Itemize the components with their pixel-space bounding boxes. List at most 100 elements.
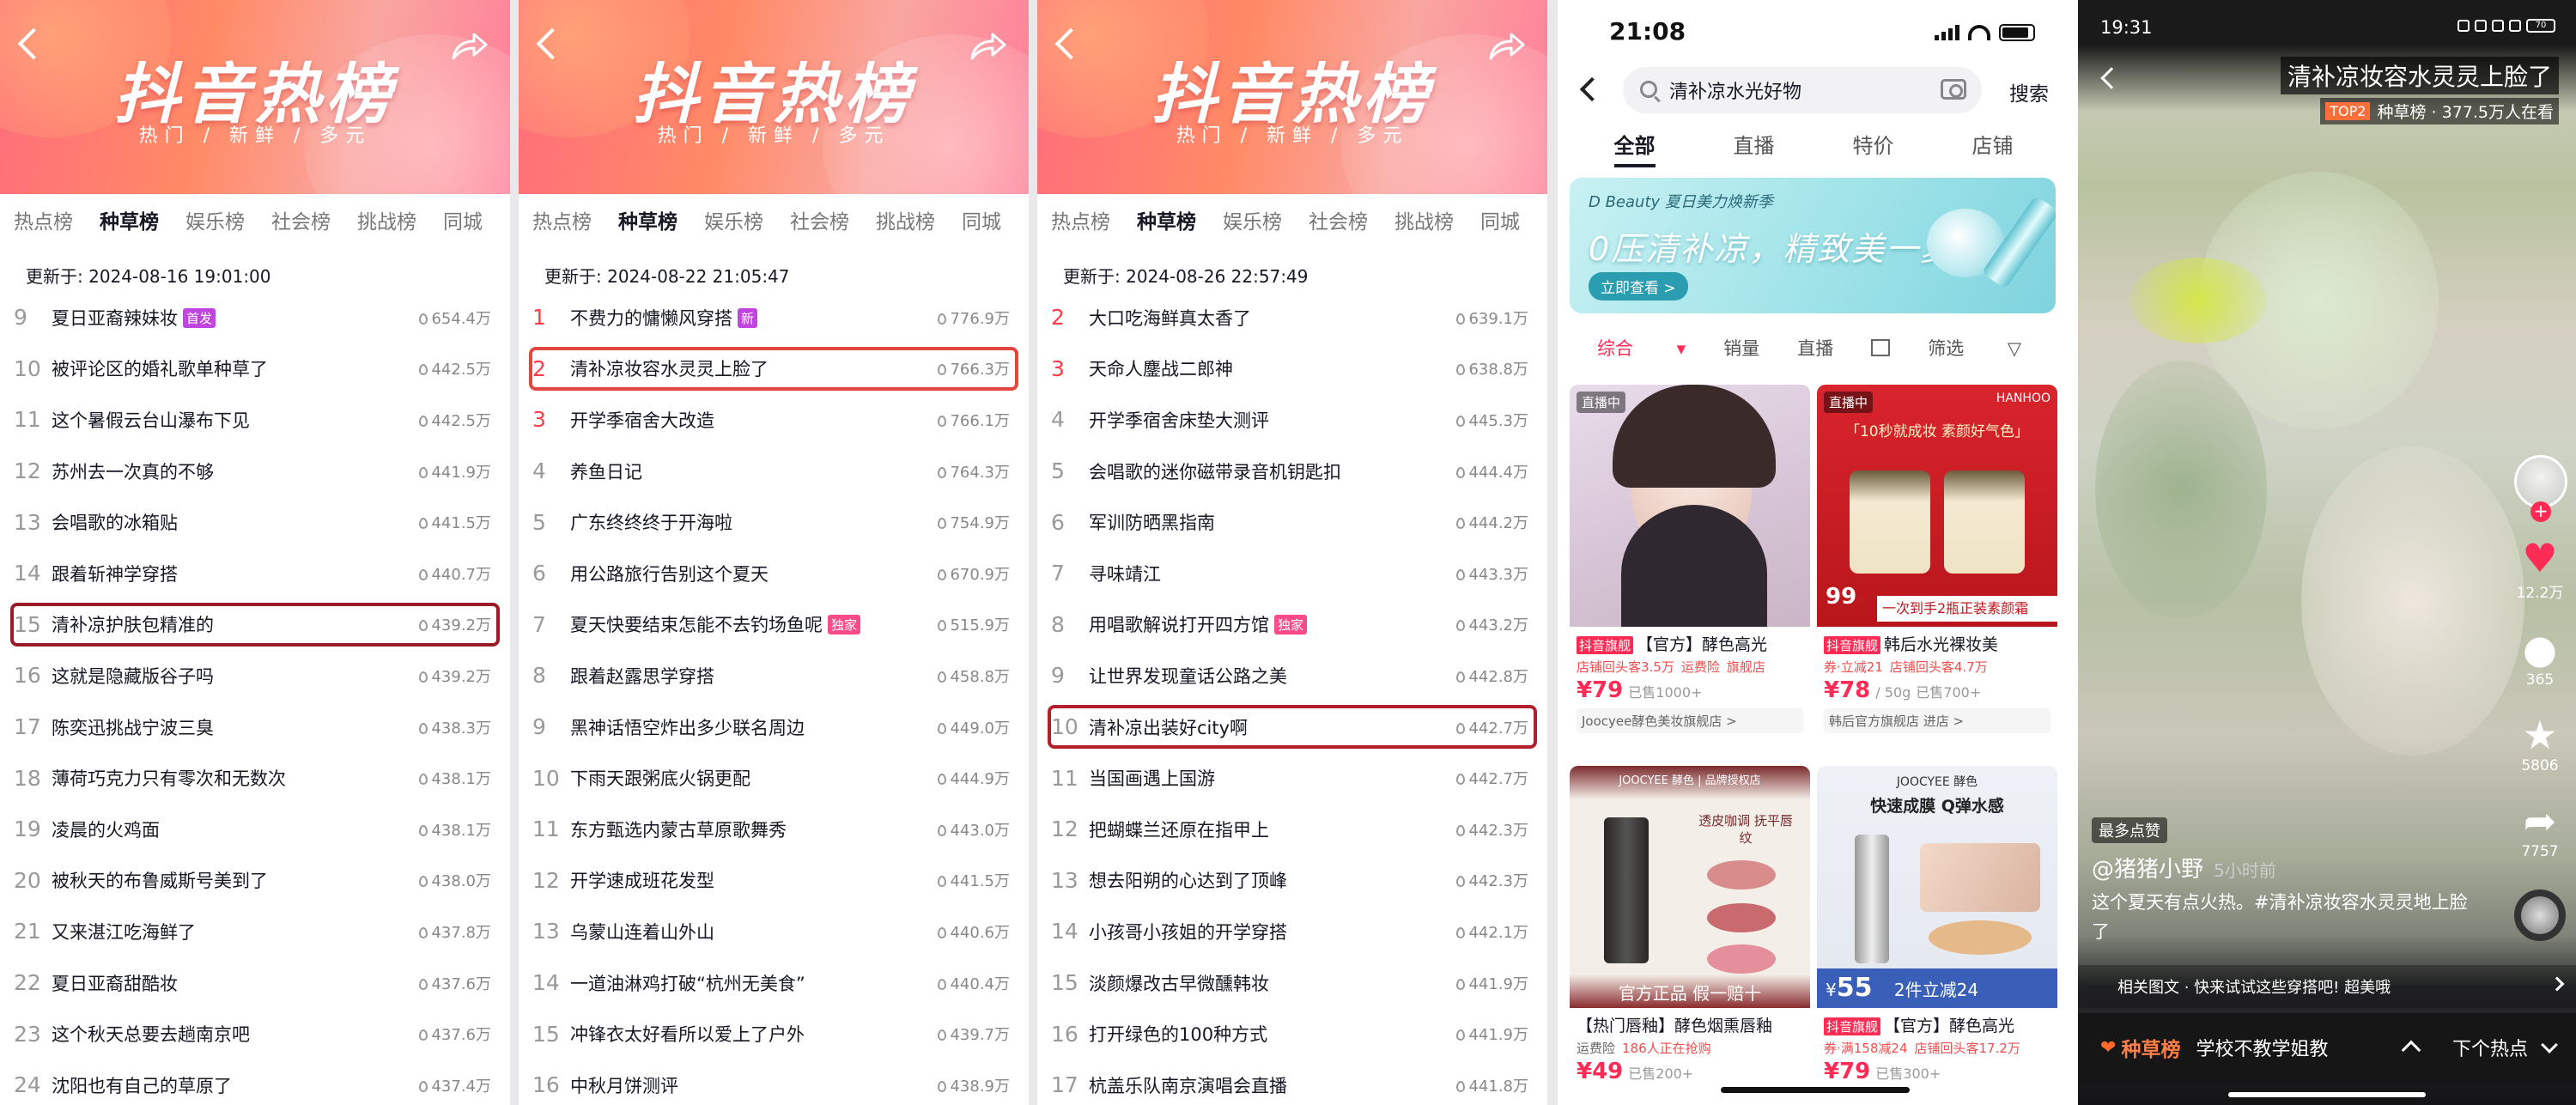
hot-list-row[interactable]: 16 中秋月饼测评 438.9万 [519,1059,1029,1105]
hot-list-row[interactable]: 16 这就是隐藏版谷子吗 439.2万 [0,650,510,701]
video-description[interactable]: 这个夏天有点火热。#清补凉妆容水灵灵地上脸了 [2092,888,2470,946]
hot-list-row[interactable]: 2 清补凉妆容水灵灵上脸了 766.3万 [519,343,1029,395]
hot-list-row[interactable]: 18 薄荷巧克力只有零次和无数次 438.1万 [0,752,510,804]
hot-list-row[interactable]: 3 开学季宿舍大改造 766.1万 [519,394,1029,446]
hot-list-row[interactable]: 17 陈奕迅挑战宁波三臭 438.3万 [0,701,510,753]
hot-list-row[interactable]: 15 淡颜爆改古早微醺韩妆 441.9万 [1037,957,1547,1009]
board-query[interactable]: 学校不教学姐教 [2196,1034,2404,1061]
filter-button[interactable]: 筛选 ▽ [1928,335,2021,361]
tab-5[interactable]: 同城 [429,205,495,234]
hot-list-row[interactable]: 7 寻味靖江 443.3万 [1037,548,1547,599]
chevron-up-icon[interactable] [2401,1040,2421,1060]
hot-list-row[interactable]: 7 夏天快要结束怎能不去钓场鱼呢 独家 515.9万 [519,599,1029,651]
tab-stores[interactable]: 店铺 [1972,129,2014,167]
hot-list-row[interactable]: 23 这个秋天总要去趟南京吧 437.6万 [0,1008,510,1059]
tab-4[interactable]: 挑战榜 [862,205,948,234]
like-button[interactable]: ♥ 12.2万 [2516,536,2564,602]
tab-2[interactable]: 娱乐榜 [1209,205,1295,234]
product-card[interactable]: JOOCYEE 酵色 快速成膜 Q弹水感 ¥55 2件立减24 抖音旗舰 【官方】… [1817,766,2057,1084]
tab-2[interactable]: 娱乐榜 [172,205,258,234]
tab-all[interactable]: 全部 [1613,129,1656,167]
tab-deals[interactable]: 特价 [1853,129,1894,167]
hot-list-row[interactable]: 21 又来湛江吃海鲜了 437.8万 [0,906,510,957]
hot-list-row[interactable]: 12 把蝴蝶兰还原在指甲上 442.3万 [1037,804,1547,855]
product-card[interactable]: 直播中 抖音旗舰 【官方】酵色高光 店铺回头客3.5万 运费险 旗舰店 ¥79 已售10… [1570,385,1810,733]
hot-list-row[interactable]: 10 被评论区的婚礼歌单种草了 442.5万 [0,343,510,395]
shop-link[interactable]: 韩后官方旗舰店 进店 > [1824,708,2050,733]
video-hot-title[interactable]: 清补凉妆容水灵灵上脸了 [2280,57,2559,94]
author-name[interactable]: @猪猪小野 [2092,857,2203,883]
share-button[interactable]: ➦ 7757 [2516,798,2564,860]
hot-list-row[interactable]: 9 夏日亚裔辣妹妆 首发 654.4万 [0,292,510,343]
hot-list-row[interactable]: 9 黑神话悟空炸出多少联名周边 449.0万 [519,701,1029,753]
hot-list-row[interactable]: 15 冲锋衣太好看所以爱上了户外 439.7万 [519,1008,1029,1059]
hot-list-row[interactable]: 8 用唱歌解说打开四方馆 独家 443.2万 [1037,599,1547,651]
hot-list-row[interactable]: 9 让世界发现童话公路之美 442.8万 [1037,650,1547,701]
hot-list-row[interactable]: 4 开学季宿舍床垫大测评 445.3万 [1037,394,1547,446]
favorite-button[interactable]: ★ 5806 [2516,713,2564,774]
follow-plus-icon[interactable]: + [2530,501,2551,522]
tab-5[interactable]: 同城 [948,205,1014,234]
hot-list-row[interactable]: 14 小孩哥小孩姐的开学穿搭 442.1万 [1037,906,1547,957]
back-icon[interactable] [1579,76,1605,102]
tab-1[interactable]: 种草榜 [1123,205,1209,234]
camera-icon[interactable] [1941,79,1966,100]
hot-list-row[interactable]: 10 下雨天跟粥底火锅更配 444.9万 [519,752,1029,804]
tab-3[interactable]: 社会榜 [258,205,343,234]
hot-list-row[interactable]: 24 沈阳也有自己的草原了 437.4万 [0,1059,510,1105]
next-hot-button[interactable]: 下个热点 [2452,1034,2528,1061]
hot-list-row[interactable]: 3 天命人鏖战二郎神 638.8万 [1037,343,1547,395]
hot-list-row[interactable]: 20 被秋天的布鲁威斯号美到了 438.0万 [0,855,510,907]
back-icon[interactable] [2100,67,2123,89]
shop-link[interactable]: Joocyee酵色美妆旗舰店 > [1577,708,1803,733]
board-name[interactable]: 种草榜 [2121,1033,2180,1062]
promo-banner[interactable]: D Beauty 夏日美力焕新季 0压清补凉，精致美一夏 立即查看 > [1570,178,2056,313]
tab-3[interactable]: 社会榜 [1295,205,1381,234]
product-card[interactable]: JOOCYEE 酵色 | 品牌授权店 透皮咖调 抚平唇纹 官方正品 假一赔十 【… [1570,766,1810,1084]
filter-sales[interactable]: 销量 [1723,335,1759,361]
hot-list-row[interactable]: 12 开学速成班花发型 441.5万 [519,855,1029,907]
tab-3[interactable]: 社会榜 [776,205,862,234]
hot-list-row[interactable]: 5 广东终终终于开海啦 754.9万 [519,496,1029,548]
hot-list-row[interactable]: 14 跟着斩神学穿搭 440.7万 [0,548,510,599]
music-disc-icon[interactable] [2514,889,2566,941]
hot-list-row[interactable]: 12 苏州去一次真的不够 441.9万 [0,446,510,497]
hot-list-row[interactable]: 6 用公路旅行告别这个夏天 670.9万 [519,548,1029,599]
search-button[interactable]: 搜索 [2009,77,2049,106]
hot-list-row[interactable]: 15 清补凉护肤包精准的 439.2万 [0,599,510,651]
hot-list-row[interactable]: 6 军训防晒黑指南 444.2万 [1037,496,1547,548]
tab-1[interactable]: 种草榜 [605,205,690,234]
hot-list-row[interactable]: 13 想去阳朔的心达到了顶峰 442.3万 [1037,855,1547,907]
tab-0[interactable]: 热点榜 [1037,205,1123,234]
tab-5[interactable]: 同城 [1467,205,1533,234]
hot-list-row[interactable]: 11 这个暑假云台山瀑布下见 442.5万 [0,394,510,446]
filter-live[interactable]: 直播 [1797,335,1833,361]
tab-live[interactable]: 直播 [1734,129,1775,167]
hot-list-row[interactable]: 11 东方甄选内蒙古草原歌舞秀 443.0万 [519,804,1029,855]
tab-4[interactable]: 挑战榜 [343,205,429,234]
comment-button[interactable]: ● 365 [2516,627,2564,689]
hot-list-row[interactable]: 22 夏日亚裔甜酷妆 437.6万 [0,957,510,1009]
hot-list-row[interactable]: 8 跟着赵露思学穿搭 458.8万 [519,650,1029,701]
tab-0[interactable]: 热点榜 [519,205,605,234]
hot-board-bar[interactable]: ❤ 种草榜 学校不教学姐教 下个热点 [2078,1013,2576,1082]
hot-list-row[interactable]: 13 乌蒙山连着山外山 440.6万 [519,906,1029,957]
hot-list-row[interactable]: 19 凌晨的火鸡面 438.1万 [0,804,510,855]
tab-1[interactable]: 种草榜 [86,205,172,234]
related-posts-bar[interactable]: 相关图文 · 快来试试这些穿搭吧! 超美哦 [2078,965,2576,1008]
tab-0[interactable]: 热点榜 [0,205,86,234]
tab-2[interactable]: 娱乐榜 [690,205,776,234]
video-player[interactable]: 19:31 70 清补凉妆容水灵灵上脸了 TOP2 种草榜 · 377.5万人在… [2078,0,2576,1105]
hot-list-row[interactable]: 16 打开绿色的100种方式 441.9万 [1037,1008,1547,1059]
grid-view-icon[interactable] [1871,339,1891,356]
filter-comprehensive[interactable]: 综合 ▾ [1597,335,1686,361]
hot-list-row[interactable]: 14 一道油淋鸡打破“杭州无美食” 440.4万 [519,957,1029,1009]
search-input[interactable]: 清补凉水光好物 [1623,67,1982,113]
tab-4[interactable]: 挑战榜 [1381,205,1467,234]
product-card[interactable]: 「10秒就成妆 素颜好气色」 HANHOO 99 一次到手2瓶正装素颜霜 直播中… [1817,385,2057,733]
promo-cta-button[interactable]: 立即查看 > [1589,272,1688,301]
hot-list-row[interactable]: 10 清补凉出装好city啊 442.7万 [1037,701,1547,753]
hot-list-row[interactable]: 1 不费力的慵懒风穿搭新 776.9万 [519,292,1029,343]
hot-list-row[interactable]: 13 会唱歌的冰箱贴 441.5万 [0,496,510,548]
hot-list-row[interactable]: 4 养鱼日记 764.3万 [519,446,1029,497]
